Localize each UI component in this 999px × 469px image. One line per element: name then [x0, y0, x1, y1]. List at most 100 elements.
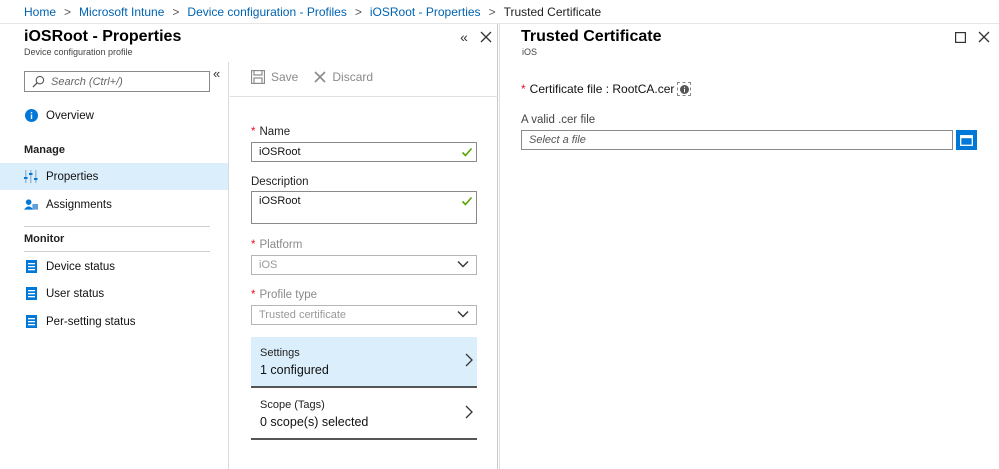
platform-value: iOS [259, 259, 278, 271]
name-label: * Name [251, 126, 290, 138]
search-icon [32, 75, 45, 88]
breadcrumb-device-configuration[interactable]: Device configuration - Profiles [187, 5, 346, 19]
file-input[interactable]: Select a file [521, 130, 953, 150]
checkmark-icon [461, 196, 473, 206]
breadcrumb-home[interactable]: Home [24, 5, 56, 19]
breadcrumb-separator: > [488, 4, 496, 19]
user-status-icon [24, 287, 38, 301]
search-input[interactable]: Search (Ctrl+/) [24, 71, 210, 92]
search-placeholder: Search (Ctrl+/) [51, 75, 123, 88]
breadcrumb-separator: > [354, 4, 362, 19]
profile-type-label: * Profile type [251, 289, 317, 301]
settings-title: Settings [260, 347, 300, 359]
certificate-file-label: * Certificate file : RootCA.cer [521, 82, 692, 96]
left-nav: Search (Ctrl+/) « Overview Manage Proper… [0, 62, 229, 469]
folder-icon [960, 134, 973, 146]
breadcrumb-intune[interactable]: Microsoft Intune [79, 5, 164, 19]
blade-header: Trusted Certificate iOS [500, 24, 999, 62]
close-blade-button[interactable] [975, 28, 993, 46]
name-field[interactable]: iOSRoot [251, 142, 477, 162]
scope-value: 0 scope(s) selected [260, 415, 369, 429]
save-icon [251, 70, 265, 84]
save-button[interactable]: Save [251, 70, 298, 84]
chevron-right-icon [465, 405, 473, 419]
device-status-icon [24, 260, 38, 274]
certificate-file-text: Certificate file : RootCA.cer [529, 82, 675, 96]
checkmark-icon [461, 147, 473, 157]
toolbar-divider [230, 96, 498, 97]
blade-subtitle: iOS [522, 47, 538, 57]
platform-label: * Platform [251, 239, 302, 251]
blade-title: Trusted Certificate [521, 28, 662, 45]
discard-icon [314, 71, 326, 83]
description-label: Description [251, 176, 309, 188]
name-label-text: Name [259, 126, 291, 138]
discard-button[interactable]: Discard [314, 70, 373, 84]
save-label: Save [271, 70, 299, 84]
properties-icon [24, 170, 38, 184]
collapse-icon: « [460, 29, 468, 45]
nav-item-label: Properties [46, 170, 99, 183]
info-icon[interactable] [677, 82, 692, 96]
nav-item-label: Overview [46, 109, 94, 122]
breadcrumb: Home > Microsoft Intune > Device configu… [0, 0, 999, 24]
nav-divider [24, 226, 210, 227]
scope-tags-card[interactable]: Scope (Tags) 0 scope(s) selected [251, 389, 477, 440]
properties-panel: Save Discard * Name iOSRoot Description i… [230, 62, 498, 469]
breadcrumb-ios-root-properties[interactable]: iOSRoot - Properties [370, 5, 481, 19]
maximize-button[interactable] [951, 28, 969, 46]
nav-item-label: Assignments [46, 198, 112, 211]
nav-item-properties[interactable]: Properties [0, 163, 228, 190]
profile-type-value: Trusted certificate [259, 309, 347, 321]
discard-label: Discard [332, 70, 374, 84]
settings-value: 1 configured [260, 363, 329, 377]
nav-item-assignments[interactable]: Assignments [0, 191, 228, 218]
name-value: iOSRoot [259, 146, 301, 158]
nav-item-per-setting-status[interactable]: Per-setting status [0, 308, 228, 335]
nav-item-device-status[interactable]: Device status [0, 253, 228, 280]
trusted-certificate-blade: Trusted Certificate iOS * Certificate fi… [499, 24, 999, 469]
nav-section-monitor: Monitor [24, 233, 65, 245]
breadcrumb-current: Trusted Certificate [503, 4, 602, 19]
browse-file-button[interactable] [956, 130, 977, 150]
platform-select[interactable]: iOS [251, 255, 477, 275]
nav-item-label: User status [46, 287, 105, 300]
maximize-icon [954, 31, 966, 43]
chevron-right-icon [465, 353, 473, 367]
file-input-placeholder: Select a file [529, 134, 586, 146]
platform-label-text: Platform [259, 239, 303, 251]
nav-item-user-status[interactable]: User status [0, 280, 228, 307]
settings-card[interactable]: Settings 1 configured [251, 337, 477, 388]
chevron-down-icon [457, 311, 469, 318]
close-icon [480, 31, 492, 43]
scope-title: Scope (Tags) [260, 399, 325, 411]
close-blade-button[interactable] [477, 28, 495, 46]
blade-title: iOSRoot - Properties [24, 28, 182, 45]
blade-header: iOSRoot - Properties Device configuratio… [0, 24, 497, 62]
collapse-nav-button[interactable]: « [213, 66, 220, 81]
nav-item-label: Device status [46, 260, 116, 273]
portal-page: Home > Microsoft Intune > Device configu… [0, 0, 999, 469]
per-setting-status-icon [24, 315, 38, 329]
collapse-blade-button[interactable]: « [455, 28, 473, 46]
required-marker: * [251, 239, 256, 251]
blade-subtitle: Device configuration profile [24, 47, 133, 57]
info-icon [24, 109, 38, 123]
close-icon [978, 31, 990, 43]
nav-item-overview[interactable]: Overview [0, 102, 228, 129]
chevron-down-icon [457, 261, 469, 268]
properties-blade: iOSRoot - Properties Device configuratio… [0, 24, 498, 469]
profile-type-label-text: Profile type [259, 289, 318, 301]
required-marker: * [251, 126, 256, 138]
description-value: iOSRoot [259, 195, 301, 207]
nav-section-manage: Manage [24, 144, 65, 156]
breadcrumb-separator: > [172, 4, 180, 19]
assignments-icon [24, 198, 38, 212]
toolbar: Save Discard [251, 70, 389, 84]
nav-item-label: Per-setting status [46, 315, 136, 328]
nav-divider [24, 251, 210, 252]
breadcrumb-separator: > [64, 4, 72, 19]
profile-type-select[interactable]: Trusted certificate [251, 305, 477, 325]
required-marker: * [251, 289, 256, 301]
description-field[interactable]: iOSRoot [251, 191, 477, 224]
